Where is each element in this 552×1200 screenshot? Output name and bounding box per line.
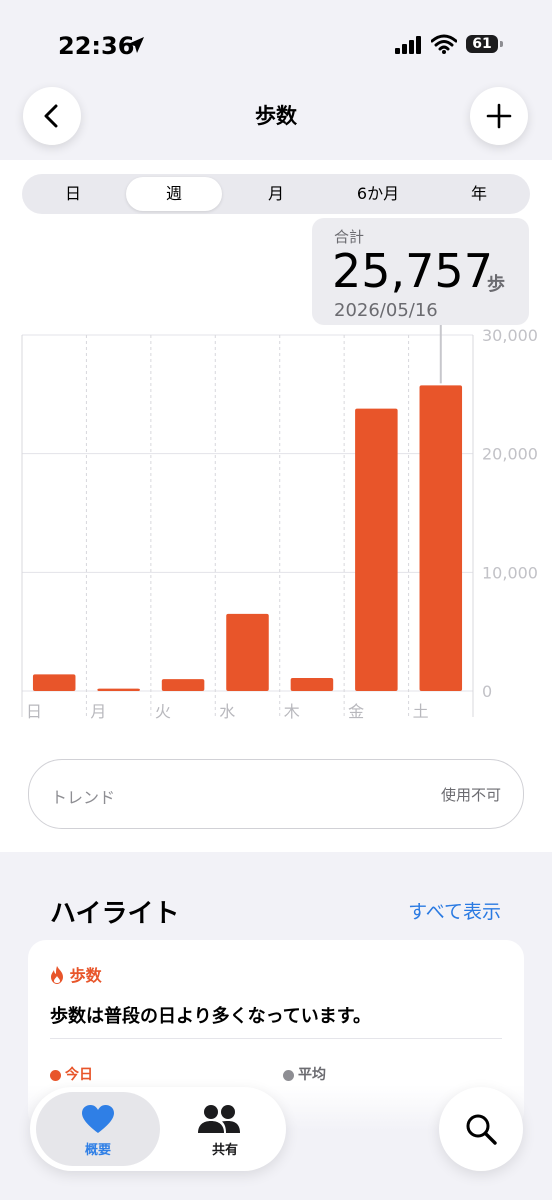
bar-2 xyxy=(161,679,205,691)
add-button[interactable] xyxy=(470,87,528,145)
x-tick-label: 水 xyxy=(219,702,235,721)
status-bar: 22:36 61 xyxy=(0,0,552,90)
tab-summary-label: 概要 xyxy=(84,1143,111,1158)
bar-5 xyxy=(355,408,398,691)
x-tick-label: 火 xyxy=(155,702,171,721)
card-divider xyxy=(50,1038,502,1039)
bar-1 xyxy=(97,688,140,691)
period-segmented-control: 日 週 月 6か月 年 xyxy=(22,174,530,214)
show-all-link[interactable]: すべて表示 xyxy=(408,897,501,924)
bar-0 xyxy=(32,674,76,691)
average-dot xyxy=(283,1069,294,1081)
callout-value: 25,757 xyxy=(332,244,493,298)
card-title: 歩数 xyxy=(50,962,102,986)
battery-level: 61 xyxy=(466,35,498,53)
segment-week[interactable]: 週 xyxy=(126,177,222,211)
x-tick-label: 月 xyxy=(90,702,106,721)
bar-3 xyxy=(226,613,269,691)
legend-today: 今日 xyxy=(50,1064,93,1084)
card-title-text: 歩数 xyxy=(69,966,102,985)
trend-row[interactable]: トレンド 使用不可 xyxy=(28,759,524,829)
battery-icon xyxy=(500,41,503,47)
legend-average-label: 平均 xyxy=(298,1067,326,1083)
legend-average: 平均 xyxy=(283,1064,326,1084)
x-tick-label: 金 xyxy=(348,702,364,721)
today-dot xyxy=(50,1069,61,1081)
cellular-signal-icon xyxy=(395,36,421,54)
tab-sharing-label: 共有 xyxy=(211,1143,238,1158)
legend-today-label: 今日 xyxy=(65,1067,93,1083)
bar-6 xyxy=(419,385,463,691)
segment-month[interactable]: 月 xyxy=(224,174,328,214)
callout-date: 2026/05/16 xyxy=(334,300,438,321)
plus-icon xyxy=(486,103,512,129)
segment-day[interactable]: 日 xyxy=(22,174,124,214)
x-tick-label: 日 xyxy=(26,702,42,721)
bar-4 xyxy=(290,677,334,691)
trend-label: トレンド xyxy=(51,788,116,807)
tab-bar: 概要 共有 xyxy=(30,1087,286,1171)
steps-bar-chart[interactable]: 30,000 20,000 10,000 0 日 月 火 水 木 金 土 xyxy=(0,325,552,725)
segment-6months[interactable]: 6か月 xyxy=(328,174,428,214)
heart-icon xyxy=(82,1105,114,1133)
card-message: 歩数は普段の日より多くなっています。 xyxy=(50,1006,371,1027)
x-tick-label: 木 xyxy=(284,702,300,721)
y-tick-label: 30,000 xyxy=(482,326,538,345)
highlights-title: ハイライト xyxy=(50,899,180,929)
search-button[interactable] xyxy=(439,1087,523,1171)
trend-status: 使用不可 xyxy=(440,786,501,804)
x-tick-label: 土 xyxy=(413,702,429,721)
tab-summary[interactable]: 概要 xyxy=(36,1092,160,1166)
callout-unit: 歩 xyxy=(487,274,505,295)
wifi-icon xyxy=(431,34,457,54)
y-tick-label: 0 xyxy=(482,682,492,701)
flame-icon xyxy=(51,966,63,984)
y-tick-label: 20,000 xyxy=(482,445,538,464)
search-icon xyxy=(466,1114,497,1145)
status-time: 22:36 xyxy=(58,32,135,60)
y-tick-label: 10,000 xyxy=(482,563,538,582)
people-icon xyxy=(198,1105,240,1133)
segment-year[interactable]: 年 xyxy=(428,174,530,214)
location-arrow-icon xyxy=(128,37,144,53)
selection-callout: 合計 25,757 歩 2026/05/16 xyxy=(312,218,529,325)
tab-sharing[interactable]: 共有 xyxy=(170,1092,280,1166)
